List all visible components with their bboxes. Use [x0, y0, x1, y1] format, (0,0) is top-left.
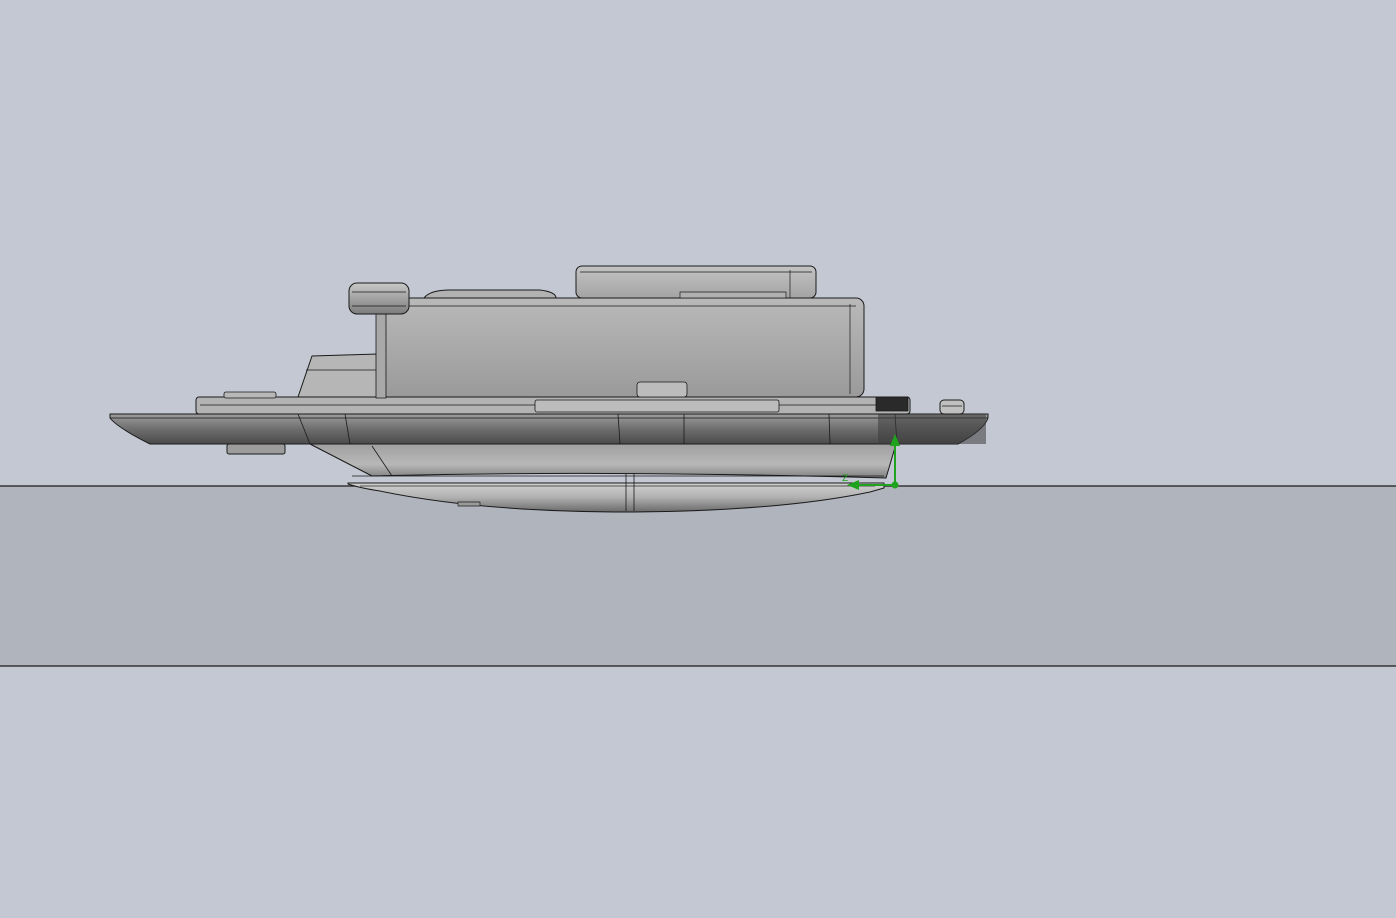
adjustment-knob	[348, 282, 410, 315]
origin-icon	[891, 481, 899, 489]
cad-part-model[interactable]	[109, 265, 989, 513]
z-axis-label: Z	[842, 474, 848, 484]
mounting-tab	[226, 443, 286, 455]
viewport-canvas[interactable]: Z	[0, 0, 1396, 918]
mounting-flange	[109, 413, 989, 445]
main-housing	[377, 297, 865, 398]
side-boss	[297, 353, 379, 398]
top-dome	[423, 289, 557, 299]
graphics-viewport[interactable]: Z	[0, 0, 1396, 918]
housing-bowl	[309, 443, 897, 479]
ground-plane	[0, 485, 1396, 667]
knob-post	[375, 311, 387, 399]
locating-pin	[939, 399, 965, 415]
